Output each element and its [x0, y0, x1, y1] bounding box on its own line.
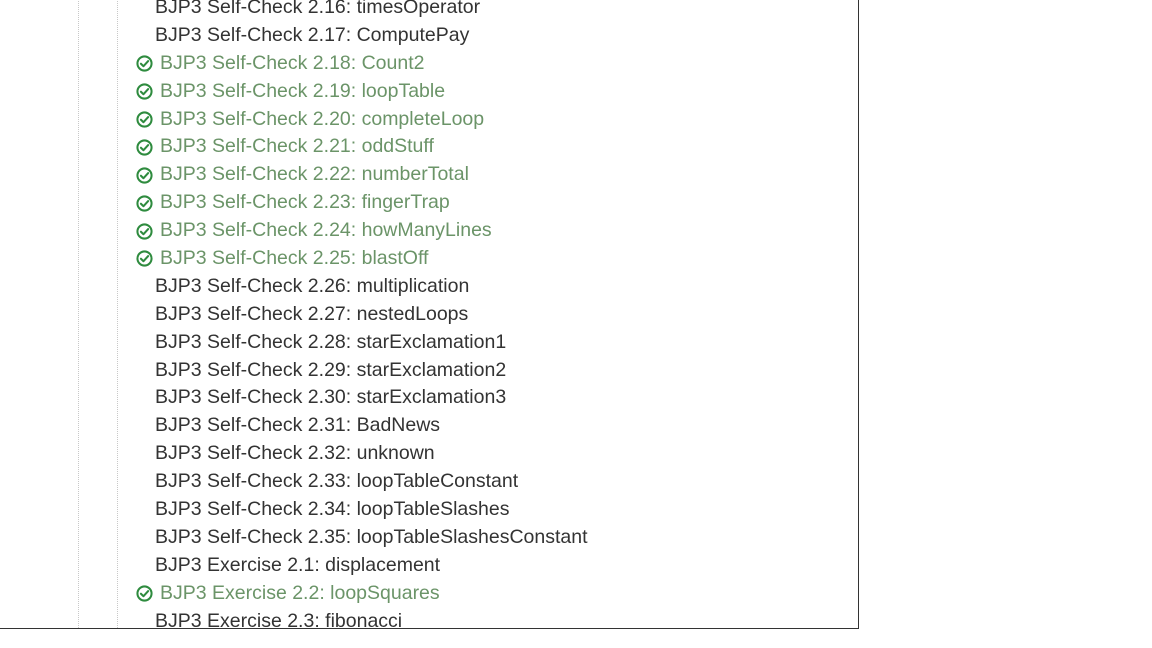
problem-title: BJP3 Self-Check 2.30: starExclamation3 [155, 386, 507, 409]
problem-title: BJP3 Self-Check 2.27: nestedLoops [155, 302, 469, 325]
check-circle-icon [136, 55, 153, 72]
problem-link[interactable]: BJP3 Self-Check 2.26: multiplication [136, 273, 588, 301]
check-circle-icon [136, 222, 153, 240]
problem-title: BJP3 Exercise 2.2: loopSquares [160, 581, 440, 604]
problem-link[interactable]: BJP3 Self-Check 2.20: completeLoop [136, 106, 588, 134]
problem-title: BJP3 Exercise 2.3: fibonacci [155, 609, 403, 629]
problem-title: BJP3 Self-Check 2.19: loopTable [160, 79, 446, 102]
problem-link[interactable]: BJP3 Exercise 2.3: fibonacci [136, 608, 588, 629]
problem-title: BJP3 Self-Check 2.33: loopTableConstant [155, 470, 519, 493]
problem-title: BJP3 Self-Check 2.20: completeLoop [160, 107, 485, 130]
problem-title: BJP3 Self-Check 2.25: blastOff [160, 247, 429, 270]
problem-title: BJP3 Self-Check 2.18: Count2 [160, 51, 425, 74]
check-circle-icon [136, 195, 153, 212]
check-circle-icon [136, 83, 153, 100]
problem-link[interactable]: BJP3 Self-Check 2.29: starExclamation2 [136, 357, 588, 385]
problem-title: BJP3 Self-Check 2.23: fingerTrap [160, 191, 450, 214]
tree-guide-line [78, 0, 79, 628]
problem-link[interactable]: BJP3 Exercise 2.1: displacement [136, 552, 588, 580]
problem-title: BJP3 Self-Check 2.21: oddStuff [160, 135, 434, 158]
problem-link[interactable]: BJP3 Self-Check 2.17: ComputePay [136, 22, 588, 50]
check-circle-icon [136, 167, 153, 184]
problem-link[interactable]: BJP3 Self-Check 2.34: loopTableSlashes [136, 496, 588, 524]
check-circle-icon [136, 585, 153, 602]
problem-title: BJP3 Self-Check 2.17: ComputePay [155, 23, 470, 46]
problem-list: BJP3 Self-Check 2.16: timesOperator BJP3 … [136, 0, 588, 629]
problem-link[interactable]: BJP3 Exercise 2.2: loopSquares [136, 580, 588, 608]
problem-link[interactable]: BJP3 Self-Check 2.28: starExclamation1 [136, 329, 588, 357]
check-circle-icon [136, 250, 153, 268]
problem-title: BJP3 Self-Check 2.28: starExclamation1 [155, 330, 507, 353]
problem-link[interactable]: BJP3 Self-Check 2.25: blastOff [136, 245, 588, 273]
problem-title: BJP3 Self-Check 2.31: BadNews [155, 414, 441, 437]
problem-link[interactable]: BJP3 Self-Check 2.27: nestedLoops [136, 301, 588, 329]
problem-list-panel: BJP3 Self-Check 2.16: timesOperator BJP3 … [0, 0, 859, 629]
tree-guide-line [117, 0, 118, 628]
check-circle-icon [136, 139, 153, 156]
problem-link[interactable]: BJP3 Self-Check 2.23: fingerTrap [136, 189, 588, 217]
problem-title: BJP3 Self-Check 2.16: timesOperator [155, 0, 481, 18]
problem-link[interactable]: BJP3 Self-Check 2.22: numberTotal [136, 161, 588, 189]
problem-title: BJP3 Self-Check 2.26: multiplication [155, 274, 470, 297]
problem-title: BJP3 Exercise 2.1: displacement [155, 553, 441, 576]
problem-title: BJP3 Self-Check 2.22: numberTotal [160, 163, 469, 186]
problem-link[interactable]: BJP3 Self-Check 2.24: howManyLines [136, 217, 588, 245]
problem-title: BJP3 Self-Check 2.24: howManyLines [160, 219, 492, 242]
problem-title: BJP3 Self-Check 2.35: loopTableSlashesCo… [155, 525, 588, 548]
check-circle-icon [136, 111, 153, 128]
problem-link[interactable]: BJP3 Self-Check 2.18: Count2 [136, 50, 588, 78]
problem-link[interactable]: BJP3 Self-Check 2.21: oddStuff [136, 133, 588, 161]
problem-title: BJP3 Self-Check 2.34: loopTableSlashes [155, 498, 510, 521]
problem-link[interactable]: BJP3 Self-Check 2.30: starExclamation3 [136, 384, 588, 412]
problem-link[interactable]: BJP3 Self-Check 2.32: unknown [136, 440, 588, 468]
problem-link[interactable]: BJP3 Self-Check 2.33: loopTableConstant [136, 468, 588, 496]
problem-link[interactable]: BJP3 Self-Check 2.35: loopTableSlashesCo… [136, 524, 588, 552]
problem-link[interactable]: BJP3 Self-Check 2.16: timesOperator [136, 0, 588, 22]
problem-link[interactable]: BJP3 Self-Check 2.19: loopTable [136, 78, 588, 106]
problem-link[interactable]: BJP3 Self-Check 2.31: BadNews [136, 412, 588, 440]
problem-title: BJP3 Self-Check 2.32: unknown [155, 442, 435, 465]
problem-title: BJP3 Self-Check 2.29: starExclamation2 [155, 358, 507, 381]
